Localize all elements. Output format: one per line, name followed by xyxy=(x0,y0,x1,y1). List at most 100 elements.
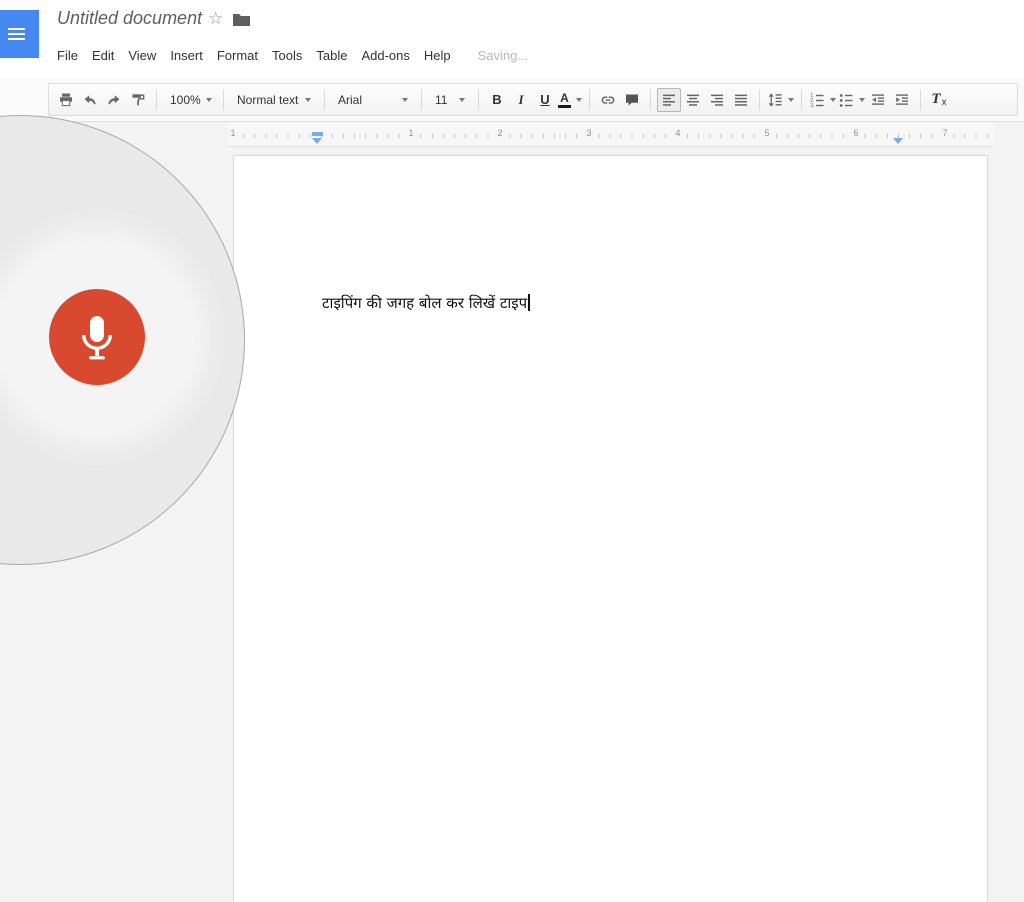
justify-button[interactable] xyxy=(729,88,753,112)
star-icon[interactable]: ☆ xyxy=(208,9,223,29)
toolbar-separator xyxy=(421,90,422,110)
justify-icon xyxy=(733,92,749,108)
ruler-inch-label: 7 xyxy=(940,129,949,138)
menu-edit[interactable]: Edit xyxy=(85,44,121,67)
bulleted-list-icon xyxy=(838,92,854,108)
line-spacing-icon xyxy=(767,92,783,108)
toolbar-separator xyxy=(156,90,157,110)
align-right-button[interactable] xyxy=(705,88,729,112)
styles-dropdown[interactable]: Normal text xyxy=(230,88,318,112)
folder-icon[interactable] xyxy=(233,13,250,26)
document-paragraph[interactable]: टाइपिंग की जगह बोल कर लिखें टाइप xyxy=(322,292,530,314)
document-text[interactable]: टाइपिंग की जगह बोल कर लिखें टाइप xyxy=(322,294,527,312)
paint-format-icon xyxy=(130,92,146,108)
undo-icon xyxy=(82,92,98,108)
hamburger-icon xyxy=(8,28,39,30)
font-dropdown[interactable]: Arial xyxy=(331,88,415,112)
paint-format-button[interactable] xyxy=(126,88,150,112)
toolbar-separator xyxy=(223,90,224,110)
caret-down-icon xyxy=(859,98,865,105)
insert-comment-button[interactable] xyxy=(620,88,644,112)
numbered-list-dropdown[interactable]: 1.2.3. xyxy=(808,88,837,112)
text-color-button[interactable]: A xyxy=(557,88,583,112)
caret-down-icon xyxy=(788,98,794,105)
decrease-indent-button[interactable] xyxy=(866,88,890,112)
titlebar: Untitled document ☆ File Edit View Inser… xyxy=(0,0,1024,78)
hamburger-icon xyxy=(8,38,39,40)
docs-home-button[interactable] xyxy=(0,10,39,58)
text-color-icon: A xyxy=(558,92,571,108)
folder-icon-glyph xyxy=(233,13,250,26)
align-center-icon xyxy=(685,92,701,108)
menu-addons[interactable]: Add-ons xyxy=(354,44,416,67)
ruler-strip xyxy=(228,122,994,147)
align-center-button[interactable] xyxy=(681,88,705,112)
align-left-icon xyxy=(661,92,677,108)
italic-icon: I xyxy=(518,92,523,108)
toolbar-buttons: 100% Normal text Arial 11 B I U xyxy=(48,83,1018,116)
print-button[interactable] xyxy=(54,88,78,112)
toolbar-separator xyxy=(650,90,651,110)
right-indent-marker[interactable] xyxy=(893,138,903,144)
insert-link-button[interactable] xyxy=(596,88,620,112)
print-icon xyxy=(58,92,74,108)
caret-down-icon xyxy=(402,98,408,105)
ruler-inch-label: 3 xyxy=(584,129,593,138)
first-line-indent-marker[interactable] xyxy=(312,132,323,136)
font-size-dropdown[interactable]: 11 xyxy=(428,88,472,112)
redo-button[interactable] xyxy=(102,88,126,112)
document-title[interactable]: Untitled document xyxy=(57,8,202,29)
font-size-value: 11 xyxy=(435,93,447,107)
bulleted-list-dropdown[interactable] xyxy=(837,88,866,112)
increase-indent-button[interactable] xyxy=(890,88,914,112)
underline-button[interactable]: U xyxy=(533,88,557,112)
bold-icon: B xyxy=(492,92,501,107)
menu-file[interactable]: File xyxy=(50,44,85,67)
menu-tools[interactable]: Tools xyxy=(265,44,309,67)
align-right-icon xyxy=(709,92,725,108)
comment-icon xyxy=(624,92,640,108)
menu-bar: File Edit View Insert Format Tools Table… xyxy=(50,44,528,67)
link-icon xyxy=(600,92,616,108)
menu-table[interactable]: Table xyxy=(309,44,354,67)
document-page[interactable]: टाइपिंग की जगह बोल कर लिखें टाइप xyxy=(233,155,988,902)
toolbar-separator xyxy=(478,90,479,110)
toolbar-separator xyxy=(324,90,325,110)
italic-button[interactable]: I xyxy=(509,88,533,112)
caret-down-icon xyxy=(206,98,212,105)
menu-insert[interactable]: Insert xyxy=(163,44,210,67)
ruler-inch-label: 4 xyxy=(673,129,682,138)
numbered-list-icon: 1.2.3. xyxy=(809,92,825,108)
ruler: 1 1 2 3 4 5 6 7 xyxy=(0,122,1024,148)
align-left-button[interactable] xyxy=(657,88,681,112)
voice-typing-mic-button[interactable] xyxy=(49,289,145,385)
microphone-icon xyxy=(73,313,121,361)
clear-formatting-button[interactable]: T x xyxy=(927,88,951,112)
menu-format[interactable]: Format xyxy=(210,44,265,67)
ruler-inch-label: 1 xyxy=(228,129,237,138)
toolbar: 100% Normal text Arial 11 B I U xyxy=(0,78,1024,122)
ruler-inch-label: 6 xyxy=(851,129,860,138)
zoom-value: 100% xyxy=(170,93,201,107)
ruler-inch-label: 1 xyxy=(406,129,415,138)
text-cursor xyxy=(528,294,530,311)
left-indent-marker[interactable] xyxy=(312,138,322,144)
decrease-indent-icon xyxy=(870,92,886,108)
saving-status: Saving... xyxy=(478,48,529,63)
hamburger-icon xyxy=(8,33,39,35)
styles-value: Normal text xyxy=(237,93,298,107)
toolbar-separator xyxy=(801,90,802,110)
toolbar-separator xyxy=(920,90,921,110)
caret-down-icon xyxy=(305,98,311,105)
ruler-inch-label: 5 xyxy=(762,129,771,138)
menu-help[interactable]: Help xyxy=(417,44,458,67)
menu-view[interactable]: View xyxy=(121,44,163,67)
redo-icon xyxy=(106,92,122,108)
undo-button[interactable] xyxy=(78,88,102,112)
line-spacing-dropdown[interactable] xyxy=(766,88,795,112)
clear-formatting-icon: T xyxy=(931,91,940,108)
ruler-inch-label: 2 xyxy=(495,129,504,138)
caret-down-icon xyxy=(830,98,836,105)
zoom-dropdown[interactable]: 100% xyxy=(163,88,217,112)
bold-button[interactable]: B xyxy=(485,88,509,112)
